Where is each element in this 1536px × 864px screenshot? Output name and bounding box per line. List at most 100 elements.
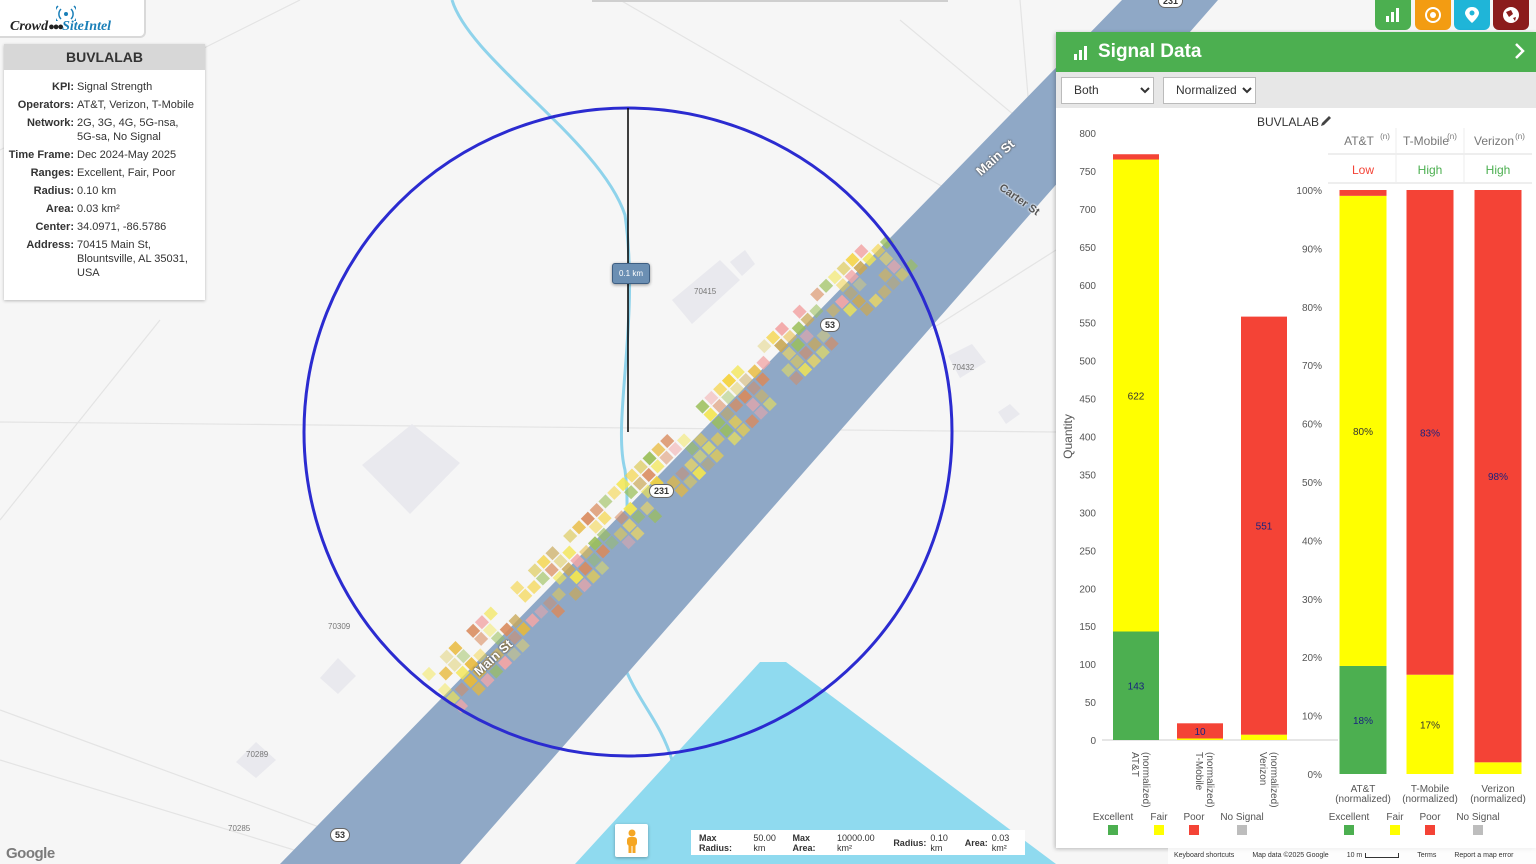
signal-chart: BUVLALAB 0 50 100 150 200 250 300 350 400 450 500 55… [1061, 115, 1532, 835]
info-value: Excellent, Fair, Poor [77, 167, 176, 179]
keyboard-shortcuts-link[interactable]: Keyboard shortcuts [1174, 852, 1234, 859]
bar-poor [1339, 190, 1387, 196]
y-tick-label: 500 [1079, 357, 1096, 368]
info-key: Area: [45, 203, 74, 215]
info-value: 0.03 km² [77, 203, 120, 215]
signal-cell [757, 339, 772, 354]
bar-poor [1113, 154, 1159, 160]
radius-value: 0.10 km [930, 832, 948, 853]
legend-label: Poor [1183, 812, 1205, 823]
route-shield: 53 [820, 318, 841, 332]
info-value: 34.0971, -86.5786 [77, 221, 167, 233]
bar-chart-icon [1074, 45, 1087, 60]
terms-link[interactable]: Terms [1417, 852, 1436, 859]
chart-title: BUVLALAB [1257, 115, 1319, 129]
radius-scale-tag[interactable]: 0.1 km [612, 263, 651, 284]
signal-cell [526, 580, 542, 595]
site-name: BUVLALAB [4, 44, 205, 70]
info-key: Operators: [17, 99, 74, 111]
panel-header: Signal Data [1056, 32, 1536, 72]
street-view-pegman[interactable] [615, 824, 648, 857]
y-tick-label: 700 [1079, 205, 1096, 216]
legend-swatch [1473, 825, 1483, 835]
max-area-key: Max Area: [792, 832, 816, 853]
route-shield: 231 [1158, 0, 1184, 8]
y-tick-label: 350 [1079, 470, 1096, 481]
report-map-error-link[interactable]: Report a map error [1454, 852, 1513, 859]
y-tick-label: 100 [1079, 660, 1096, 671]
people-icon: ●●● [48, 21, 64, 33]
info-row: KPI: Signal Strength [4, 78, 199, 96]
info-key: Ranges: [30, 167, 74, 179]
pin-icon [1465, 7, 1479, 23]
legend-label: Fair [1150, 812, 1168, 823]
x-tick-label: (normalized) [1268, 752, 1279, 808]
bar-fair [1177, 738, 1223, 740]
mode-select[interactable]: Normalized [1163, 76, 1256, 104]
legend-swatch [1237, 825, 1247, 835]
max-radius-value: 50.00 km [753, 832, 776, 853]
max-radius-key: Max Radius: [699, 832, 733, 853]
chart-toggle-button[interactable] [1375, 0, 1411, 30]
target-button[interactable] [1415, 0, 1451, 30]
chevron-right-icon[interactable] [1514, 41, 1526, 61]
info-row: Area: 0.03 km² [4, 200, 199, 218]
x-tick-label: T-Mobile [1193, 752, 1204, 791]
info-row: Radius: 0.10 km [4, 182, 199, 200]
address-label: 70289 [246, 750, 269, 759]
y-tick-label: 600 [1079, 281, 1096, 292]
legend-swatch [1154, 825, 1164, 835]
address-label: 70415 [694, 287, 717, 296]
y-tick-label: 80% [1302, 303, 1322, 314]
panel-controls: Both Normalized [1056, 72, 1536, 108]
operator-rating: High [1486, 163, 1511, 177]
data-label: 18% [1353, 716, 1373, 727]
y-tick-label: 0 [1090, 736, 1096, 747]
google-logo[interactable]: Google [6, 845, 55, 862]
info-row: Network: 2G, 3G, 4G, 5G-nsa, 5G-sa, No Si… [4, 114, 199, 146]
y-tick-label: 150 [1079, 622, 1096, 633]
y-axis-label: Quantity [1061, 414, 1075, 459]
location-button[interactable] [1454, 0, 1490, 30]
legend-label: No Signal [1220, 812, 1263, 823]
signal-cell [563, 528, 578, 544]
area-key: Area: [964, 837, 988, 848]
map-attribution: Keyboard shortcuts Map data ©2025 Google… [1168, 847, 1536, 864]
legend-swatch [1425, 825, 1435, 835]
legend-swatch [1344, 825, 1354, 835]
legend-swatch [1189, 825, 1199, 835]
map-data-text: Map data ©2025 Google [1252, 852, 1329, 859]
legend-label: Fair [1386, 812, 1404, 823]
data-label: 17% [1420, 720, 1440, 731]
y-tick-label: 300 [1079, 508, 1096, 519]
bar-fair [1241, 734, 1287, 740]
data-label: 143 [1128, 682, 1145, 693]
map-scale[interactable]: 10 m [1347, 852, 1400, 859]
y-tick-label: 800 [1079, 129, 1096, 140]
operator-header-sup: (n) [1447, 132, 1457, 141]
y-tick-label: 50 [1085, 698, 1097, 709]
info-value: 2G, 3G, 4G, 5G-nsa, 5G-sa, No Signal [77, 117, 179, 143]
y-tick-label: 650 [1079, 243, 1096, 254]
info-value: 70415 Main St, Blountsville, AL 35031, U… [77, 239, 188, 279]
panel-title: Signal Data [1098, 41, 1202, 62]
app-logo[interactable]: Crowd●●●SiteIntel [0, 0, 146, 38]
y-tick-label: 400 [1079, 433, 1096, 444]
info-key: Network: [26, 117, 74, 129]
operator-rating: Low [1352, 163, 1374, 177]
operator-header-sup: (n) [1515, 132, 1525, 141]
address-label: 70309 [328, 622, 351, 631]
signal-cell [607, 485, 622, 500]
globe-button[interactable] [1493, 0, 1529, 30]
y-tick-label: 20% [1302, 653, 1322, 664]
operator-header: T-Mobile [1403, 134, 1449, 148]
y-tick-label: 50% [1302, 478, 1322, 489]
x-tick-label: (normalized) [1335, 794, 1391, 805]
x-tick-label: (normalized) [1140, 752, 1151, 808]
bar-fair [1474, 762, 1522, 774]
max-area-value: 10000.00 km² [837, 832, 875, 853]
operator-select[interactable]: Both [1061, 76, 1154, 104]
area-value: 0.03 km² [991, 832, 1010, 853]
info-key: Center: [35, 221, 74, 233]
x-tick-label: (normalized) [1204, 752, 1215, 808]
